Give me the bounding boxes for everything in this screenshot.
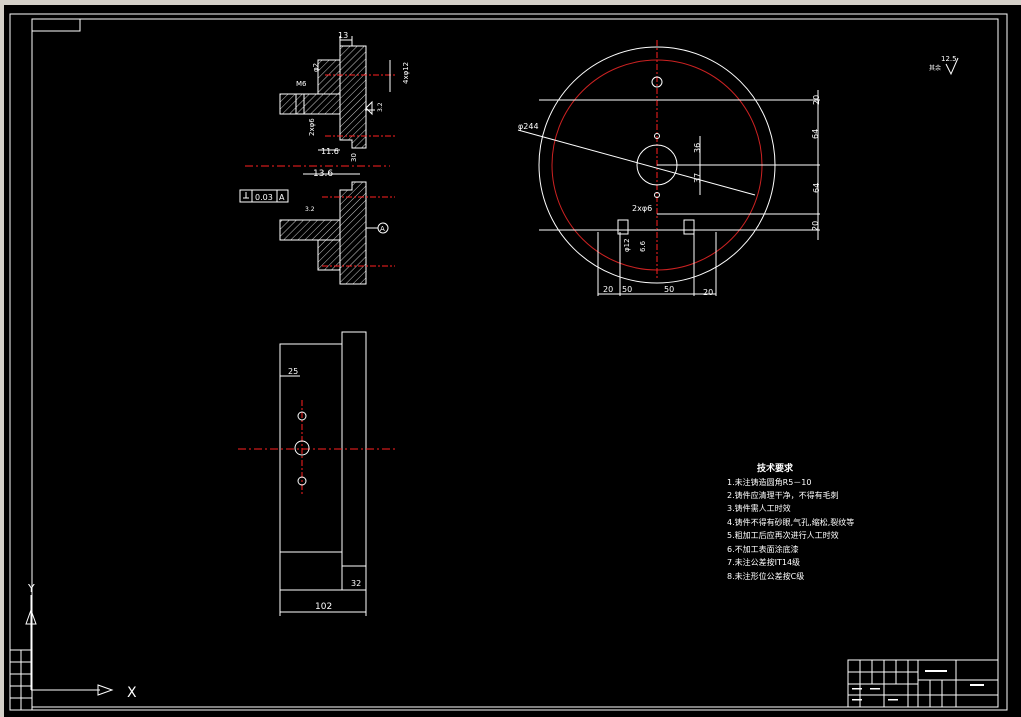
tech-req-title: 技术要求 [757, 462, 794, 474]
ucs-icon: Y X [25, 582, 137, 701]
drawing-canvas[interactable]: 12.5 其余 A 0.03 A 13 φ2 M6 4xφ12 3.2 2xφ6… [0, 0, 1021, 717]
ucs-x-label: X [127, 685, 137, 701]
tech-req-item: 2.铸件应清理干净，不得有毛刺 [727, 490, 839, 500]
dim-roughness-3-2-top: 3.2 [377, 102, 384, 112]
tech-req-item: 4.铸件不得有砂眼,气孔,缩松,裂纹等 [727, 517, 854, 527]
tech-req-item: 6.不加工表面涂底漆 [727, 544, 799, 554]
dim-phi12: φ12 [623, 238, 631, 252]
tech-req-item: 3.铸件需人工时效 [727, 503, 791, 513]
title-block [847, 659, 999, 708]
dim-50-left: 50 [622, 285, 632, 294]
corner-label-box [31, 18, 81, 32]
datum-a-label: A [380, 225, 385, 233]
tech-req-item: 5.粗加工后应再次进行人工时效 [727, 530, 839, 540]
dim-32: 32 [351, 579, 361, 588]
dim-64-upper: 64 [811, 129, 820, 139]
ucs-y-label: Y [27, 582, 35, 595]
dim-11-6: 11.6 [321, 147, 339, 156]
dim-25: 25 [288, 367, 298, 376]
roughness-note: 其余 [929, 64, 941, 72]
sheet-outer-border [9, 13, 1008, 711]
left-revision-table [9, 649, 33, 711]
perpendicularity-datum: A [279, 193, 285, 202]
dim-50-right: 50 [664, 285, 674, 294]
front-view: 25 32 102 [238, 331, 395, 616]
dim-20-right: 20 [703, 288, 713, 297]
dim-6-6: 6.6 [639, 240, 647, 252]
sheet-inner-border [31, 18, 999, 708]
circular-plan-view: φ244 20 64 64 20 36 37 2xφ6 φ12 6.6 20 5… [517, 40, 821, 297]
dim-37: 37 [693, 173, 702, 183]
side-section-view: A 0.03 A 13 φ2 M6 4xφ12 3.2 2xφ6 11.6 30… [239, 31, 410, 285]
roughness-value: 12.5 [941, 55, 957, 63]
tech-req-item: 7.未注公差按IT14级 [727, 557, 800, 567]
dim-m6: M6 [296, 80, 307, 88]
dim-102: 102 [315, 602, 332, 612]
dim-2xphi6-slot: 2xφ6 [632, 204, 652, 213]
tech-req-item: 8.未注形位公差按C级 [727, 571, 804, 581]
dim-20-left: 20 [603, 285, 613, 294]
dim-30: 30 [350, 153, 358, 162]
surface-roughness-symbol: 12.5 其余 [929, 55, 959, 76]
dim-phi244: φ244 [518, 122, 539, 131]
dim-roughness-3-2-bottom: 3.2 [305, 206, 315, 213]
dim-20-bottom: 20 [811, 221, 820, 231]
perpendicularity-value: 0.03 [255, 193, 273, 202]
dim-36: 36 [693, 143, 702, 153]
dim-13-6: 13.6 [313, 169, 333, 179]
tech-req-item: 1.未注铸造圆角R5－10 [727, 477, 811, 487]
dim-20-top: 20 [812, 95, 821, 105]
dim-phi2: φ2 [312, 63, 320, 72]
dim-64-lower: 64 [812, 183, 821, 193]
dim-4xphi12: 4xφ12 [402, 62, 410, 84]
dim-2xphi6: 2xφ6 [308, 118, 316, 136]
technical-requirements: 技术要求 1.未注铸造圆角R5－10 2.铸件应清理干净，不得有毛刺 3.铸件需… [727, 462, 854, 581]
dim-13: 13 [338, 31, 348, 40]
